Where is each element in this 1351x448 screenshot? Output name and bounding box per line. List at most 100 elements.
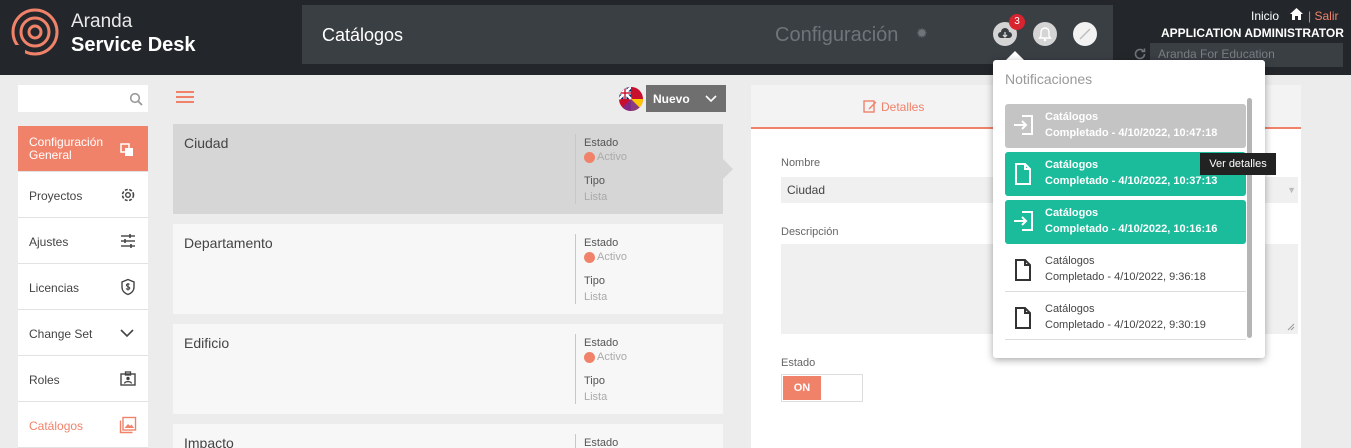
catalog-card-ciudad[interactable]: Ciudad Estado Activo Tipo Lista bbox=[173, 124, 723, 214]
sidebar-item-roles[interactable]: Roles bbox=[18, 356, 148, 402]
sidebar-item-configuracion-general[interactable]: Configuración General bbox=[18, 126, 148, 172]
notifications-dropdown: Notificaciones Catálogos Completado - 4/… bbox=[993, 60, 1265, 358]
card-divider bbox=[575, 234, 576, 304]
language-flag-icon[interactable] bbox=[619, 87, 643, 111]
file-icon bbox=[1015, 307, 1031, 329]
sliders-icon bbox=[121, 234, 135, 248]
title-panel: Catálogos Configuración ✹ bbox=[302, 5, 1113, 64]
state-label: Estado bbox=[584, 437, 619, 448]
name-field-value: Ciudad bbox=[787, 183, 826, 197]
type-label: Tipo bbox=[584, 175, 605, 187]
import-icon bbox=[1014, 211, 1033, 231]
file-icon bbox=[1015, 259, 1031, 281]
state-label: Estado bbox=[781, 357, 816, 369]
images-icon bbox=[119, 416, 137, 434]
catalog-name: Departamento bbox=[184, 235, 273, 251]
type-label: Tipo bbox=[584, 275, 605, 287]
description-label: Descripción bbox=[781, 226, 839, 238]
catalog-card-edificio[interactable]: Edificio Estado Activo Tipo Lista bbox=[173, 324, 723, 414]
notification-status: Completado - 4/10/2022, 10:16:16 bbox=[1045, 223, 1218, 235]
id-badge-icon bbox=[120, 371, 136, 386]
bell-icon bbox=[1038, 27, 1052, 42]
sidebar-item-licencias[interactable]: Licencias bbox=[18, 264, 148, 310]
tab-detalles[interactable]: Detalles bbox=[863, 99, 924, 114]
shield-dollar-icon bbox=[121, 278, 135, 296]
notification-title: Catálogos bbox=[1045, 303, 1095, 315]
new-button[interactable]: Nuevo bbox=[646, 85, 726, 112]
configuration-link[interactable]: Configuración bbox=[775, 24, 898, 47]
user-name: APPLICATION ADMINISTRATOR bbox=[1161, 26, 1344, 40]
active-status-dot bbox=[584, 352, 595, 363]
notification-item[interactable]: Catálogos Completado - 4/10/2022, 10:47:… bbox=[1005, 104, 1246, 148]
catalog-card-departamento[interactable]: Departamento Estado Activo Tipo Lista bbox=[173, 224, 723, 314]
notifications-caret bbox=[1006, 51, 1024, 60]
selected-card-pointer bbox=[723, 159, 733, 179]
gear-icon bbox=[121, 188, 135, 202]
notification-status: Completado - 4/10/2022, 10:37:13 bbox=[1045, 175, 1218, 187]
notification-item[interactable]: Catálogos Completado - 4/10/2022, 9:30:1… bbox=[1005, 296, 1246, 340]
notification-status: Completado - 4/10/2022, 9:36:18 bbox=[1045, 271, 1206, 283]
state-label: Estado bbox=[584, 337, 619, 349]
state-toggle[interactable]: ON bbox=[781, 374, 863, 402]
name-label: Nombre bbox=[781, 157, 821, 169]
logout-link[interactable]: | Salir bbox=[1308, 9, 1338, 23]
state-value: Activo bbox=[597, 251, 627, 263]
sidebar-item-label: Ajustes bbox=[29, 235, 69, 249]
notifications-bell-button[interactable] bbox=[1033, 22, 1057, 46]
state-label: Estado bbox=[584, 137, 619, 149]
logo-text-top: Aranda bbox=[71, 11, 133, 32]
refresh-icon[interactable] bbox=[1133, 47, 1147, 61]
copy-icon bbox=[120, 143, 133, 156]
home-link[interactable]: Inicio bbox=[1251, 9, 1279, 23]
notification-item[interactable]: Catálogos Completado - 4/10/2022, 10:16:… bbox=[1005, 200, 1246, 244]
view-details-tooltip: Ver detalles bbox=[1200, 153, 1276, 175]
page-title: Catálogos bbox=[322, 25, 404, 45]
catalog-card-impacto[interactable]: Impacto Estado bbox=[173, 424, 723, 448]
user-avatar-button[interactable] bbox=[1073, 22, 1097, 46]
sidebar-item-label: Configuración General bbox=[29, 135, 104, 162]
type-value: Lista bbox=[584, 391, 608, 403]
tab-label: Detalles bbox=[881, 100, 925, 114]
new-button-label: Nuevo bbox=[653, 92, 690, 106]
logo-text-bottom: Service Desk bbox=[71, 34, 196, 56]
active-status-dot bbox=[584, 252, 595, 263]
sidebar-item-label: Catálogos bbox=[29, 419, 84, 433]
sidebar-item-label: Licencias bbox=[29, 281, 80, 295]
notification-title: Catálogos bbox=[1045, 111, 1099, 123]
sidebar-item-change-set[interactable]: Change Set bbox=[18, 310, 148, 356]
card-divider bbox=[575, 134, 576, 204]
sidebar-item-label: Roles bbox=[29, 373, 60, 387]
home-icon[interactable] bbox=[1289, 7, 1304, 21]
import-icon bbox=[1014, 115, 1033, 135]
card-divider bbox=[575, 334, 576, 404]
notifications-title: Notificaciones bbox=[1005, 71, 1093, 87]
active-status-dot bbox=[584, 152, 595, 163]
notification-title: Catálogos bbox=[1045, 255, 1095, 267]
notification-title: Catálogos bbox=[1045, 207, 1099, 219]
notification-status: Completado - 4/10/2022, 9:30:19 bbox=[1045, 319, 1206, 331]
catalog-name: Edificio bbox=[184, 335, 230, 351]
sidebar-item-proyectos[interactable]: Proyectos bbox=[18, 172, 148, 218]
notifications-scrollbar[interactable] bbox=[1247, 98, 1252, 338]
chevron-down-icon bbox=[120, 329, 134, 338]
type-label: Tipo bbox=[584, 375, 605, 387]
avatar-icon bbox=[1079, 28, 1091, 40]
type-value: Lista bbox=[584, 291, 608, 303]
cloud-download-icon bbox=[998, 28, 1012, 38]
logout-label: Salir bbox=[1314, 9, 1339, 23]
configuration-gear-icon: ✹ bbox=[916, 25, 928, 41]
card-divider bbox=[575, 434, 576, 448]
sidebar-item-label: Change Set bbox=[29, 327, 93, 341]
resize-handle-icon[interactable] bbox=[1287, 323, 1295, 331]
state-value: Activo bbox=[597, 351, 627, 363]
hamburger-menu-icon[interactable] bbox=[176, 90, 194, 104]
sidebar-search-input[interactable] bbox=[18, 85, 148, 112]
link-separator: | bbox=[1308, 9, 1312, 23]
sidebar-item-catalogos[interactable]: Catálogos bbox=[18, 402, 148, 448]
sidebar-item-ajustes[interactable]: Ajustes bbox=[18, 218, 148, 264]
catalog-name: Ciudad bbox=[184, 135, 229, 151]
notification-count-badge: 3 bbox=[1009, 14, 1025, 30]
toggle-on-label: ON bbox=[783, 376, 821, 400]
file-icon bbox=[1015, 163, 1031, 185]
notification-item[interactable]: Catálogos Completado - 4/10/2022, 9:36:1… bbox=[1005, 248, 1246, 292]
